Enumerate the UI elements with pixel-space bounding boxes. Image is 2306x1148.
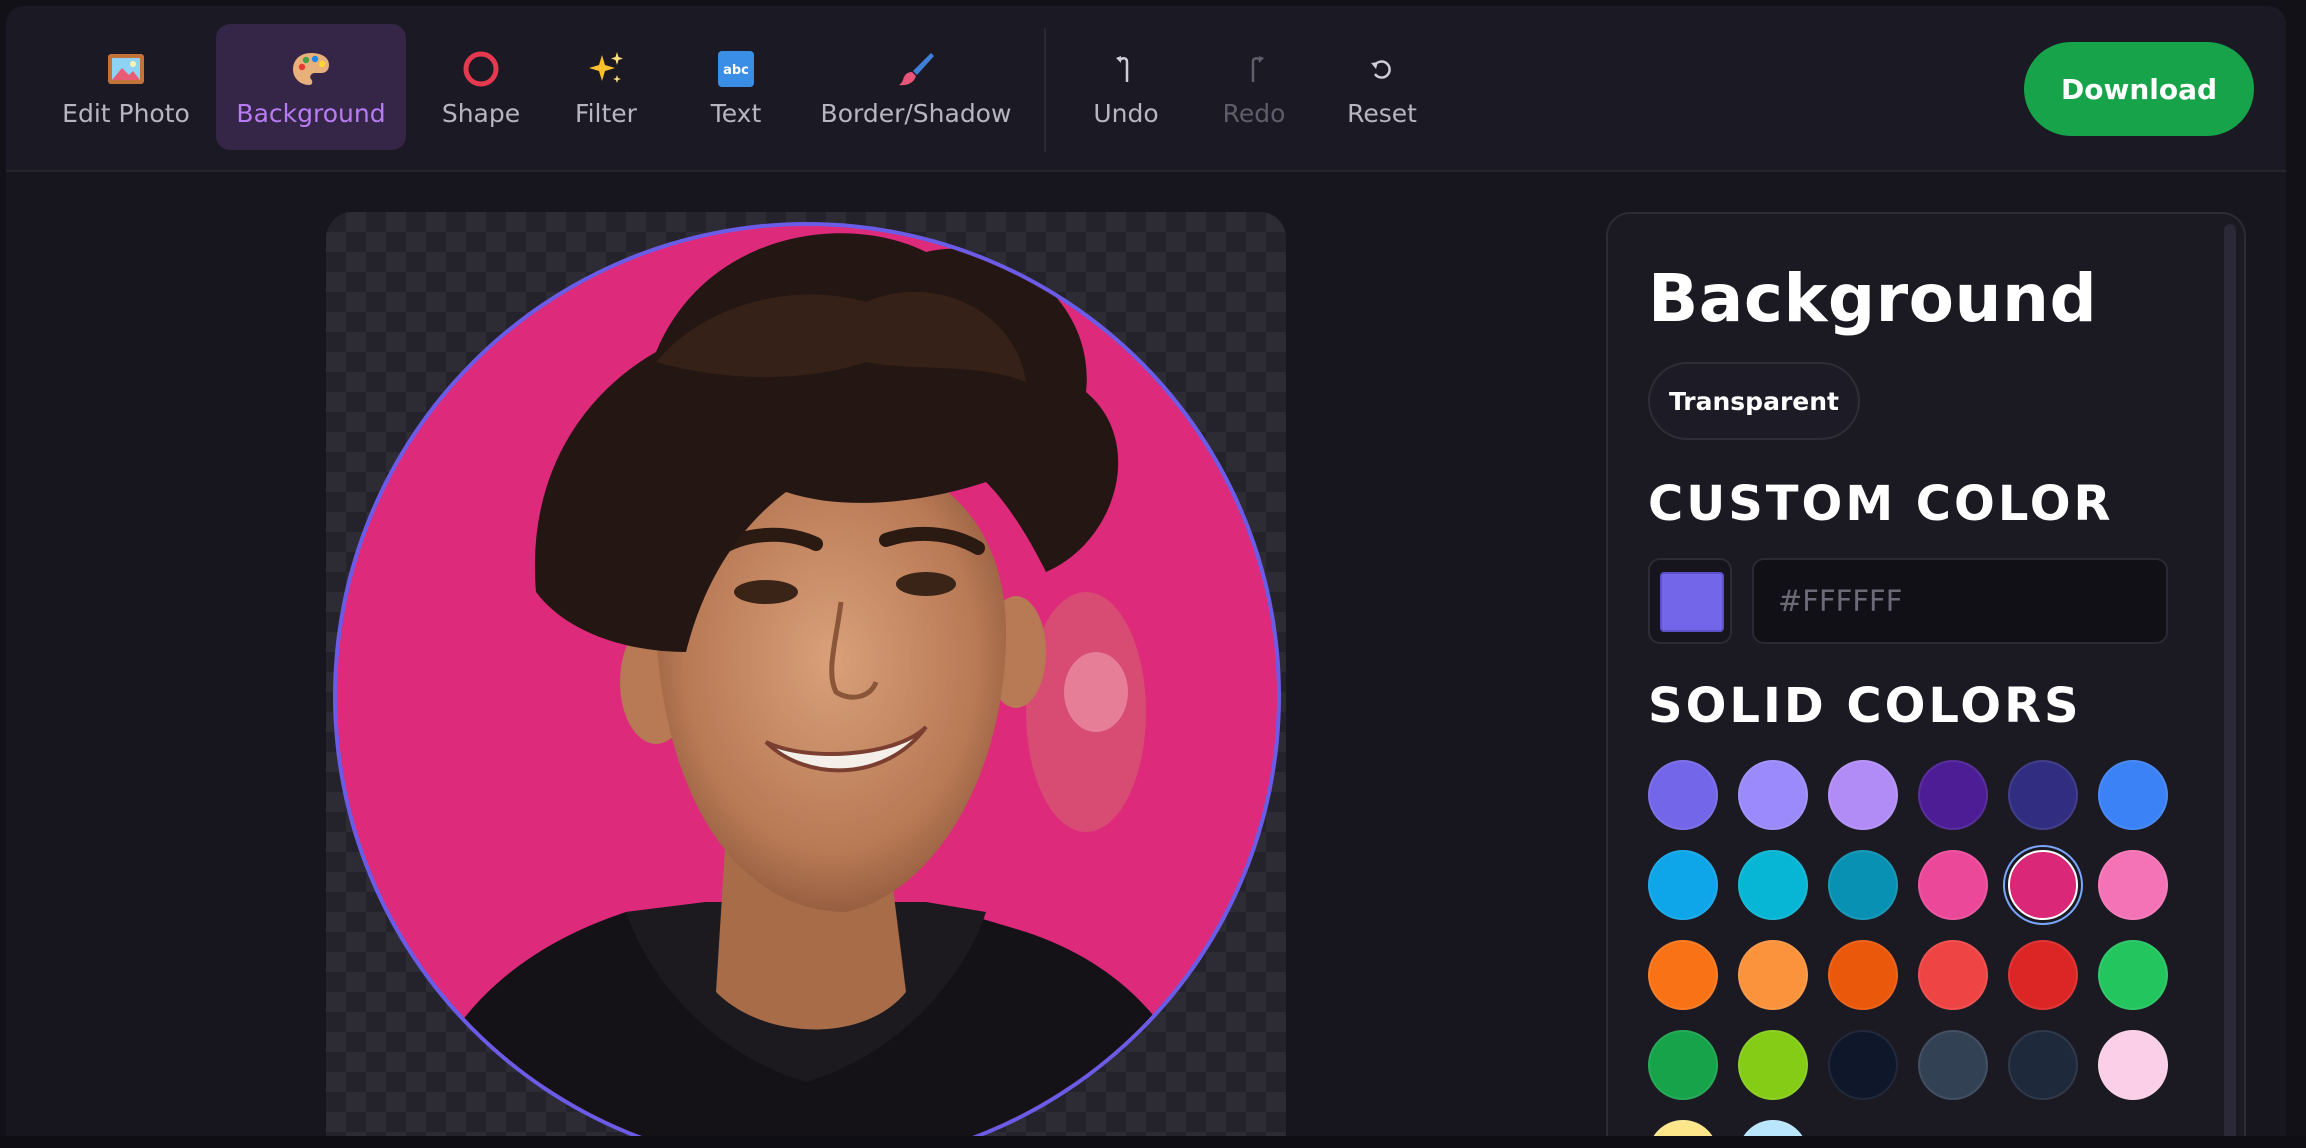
color-swatch[interactable] (2008, 850, 2078, 920)
color-swatch[interactable] (1738, 940, 1808, 1010)
redo-button[interactable]: Redo (1204, 24, 1304, 150)
color-swatch[interactable] (2098, 850, 2168, 920)
tool-shape[interactable]: Shape (426, 24, 536, 150)
reset-icon (1367, 47, 1397, 91)
abc-icon: abc (717, 47, 755, 91)
color-swatch[interactable] (1648, 940, 1718, 1010)
color-swatch[interactable] (1918, 760, 1988, 830)
color-swatch[interactable] (1648, 850, 1718, 920)
panel-title: Background (1648, 260, 2098, 337)
color-swatch[interactable] (2098, 760, 2168, 830)
hex-color-input[interactable] (1752, 558, 2168, 644)
color-swatch[interactable] (1648, 760, 1718, 830)
color-swatch[interactable] (2098, 1030, 2168, 1100)
redo-label: Redo (1222, 98, 1286, 128)
app-window: Edit Photo Background Shape Filter abc T… (6, 6, 2286, 1148)
solid-colors-grid (1648, 760, 2208, 1148)
circle-icon (462, 47, 500, 91)
reset-button[interactable]: Reset (1332, 24, 1432, 150)
color-swatch[interactable] (1828, 850, 1898, 920)
svg-text:abc: abc (723, 63, 749, 78)
tool-label: Filter (575, 98, 637, 128)
color-swatch[interactable] (1738, 1030, 1808, 1100)
custom-color-heading: CUSTOM COLOR (1648, 476, 2114, 532)
undo-button[interactable]: Undo (1076, 24, 1176, 150)
tool-label: Border/Shadow (820, 98, 1012, 128)
sparkles-icon (586, 47, 626, 91)
toolbar: Edit Photo Background Shape Filter abc T… (6, 6, 2286, 172)
color-swatch[interactable] (2098, 940, 2168, 1010)
transparent-button[interactable]: Transparent (1648, 362, 1860, 440)
tool-background[interactable]: Background (216, 24, 406, 150)
profile-photo (333, 222, 1281, 1148)
tool-label: Edit Photo (62, 98, 190, 128)
picture-frame-icon (107, 47, 145, 91)
bottom-edge (0, 1136, 2306, 1148)
tool-filter[interactable]: Filter (556, 24, 656, 150)
undo-arrow-icon (1111, 47, 1141, 91)
tool-label: Shape (441, 98, 521, 128)
color-swatch[interactable] (2008, 1030, 2078, 1100)
photo-canvas[interactable] (326, 212, 1286, 1148)
tool-label: Text (710, 98, 762, 128)
color-swatch[interactable] (1918, 940, 1988, 1010)
panel-scrollbar[interactable] (2224, 224, 2236, 1148)
redo-arrow-icon (1239, 47, 1269, 91)
color-swatch[interactable] (2008, 760, 2078, 830)
color-swatch[interactable] (2008, 940, 2078, 1010)
color-swatch[interactable] (1918, 1030, 1988, 1100)
color-swatch[interactable] (1648, 1030, 1718, 1100)
paintbrush-icon (897, 47, 935, 91)
custom-color-swatch (1660, 572, 1724, 632)
tool-label: Background (236, 98, 386, 128)
color-swatch[interactable] (1828, 940, 1898, 1010)
tool-border-shadow[interactable]: Border/Shadow (806, 24, 1026, 150)
color-swatch[interactable] (1918, 850, 1988, 920)
tool-edit-photo[interactable]: Edit Photo (36, 24, 216, 150)
tool-text[interactable]: abc Text (686, 24, 786, 150)
toolbar-divider (1044, 28, 1046, 152)
color-swatch[interactable] (1828, 1030, 1898, 1100)
undo-label: Undo (1093, 98, 1159, 128)
color-swatch[interactable] (1738, 850, 1808, 920)
background-panel: Background Transparent CUSTOM COLOR SOLI… (1606, 212, 2246, 1148)
reset-label: Reset (1347, 98, 1417, 128)
palette-icon (291, 47, 331, 91)
custom-color-picker[interactable] (1648, 558, 1732, 644)
color-swatch[interactable] (1828, 760, 1898, 830)
color-swatch[interactable] (1738, 760, 1808, 830)
solid-colors-heading: SOLID COLORS (1648, 678, 2082, 734)
download-button[interactable]: Download (2024, 42, 2254, 136)
